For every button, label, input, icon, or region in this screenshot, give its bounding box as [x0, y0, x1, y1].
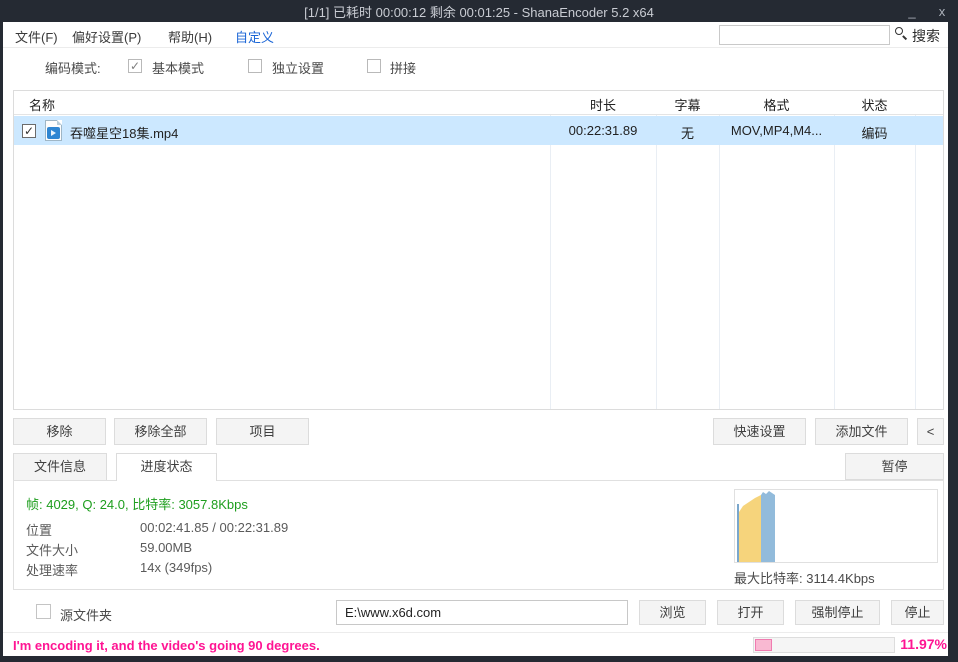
- browse-button[interactable]: 浏览: [639, 600, 706, 625]
- source-folder-label: 源文件夹: [60, 605, 112, 624]
- search-input[interactable]: [719, 25, 890, 45]
- checkbox-basic-mode[interactable]: [128, 59, 142, 73]
- cell-status: 编码: [834, 123, 915, 142]
- remove-all-button[interactable]: 移除全部: [114, 418, 207, 445]
- encode-stats-line: 帧: 4029, Q: 24.0, 比特率: 3057.8Kbps: [26, 494, 248, 513]
- quick-settings-button[interactable]: 快速设置: [713, 418, 806, 445]
- menu-preferences[interactable]: 偏好设置(P): [72, 27, 141, 46]
- title-bar[interactable]: [1/1] 已耗时 00:00:12 剩余 00:01:25 - ShanaEn…: [0, 0, 958, 22]
- file-size-label: 文件大小: [26, 540, 78, 559]
- speed-value: 14x (349fps): [140, 560, 212, 575]
- app-window: [1/1] 已耗时 00:00:12 剩余 00:01:25 - ShanaEn…: [0, 0, 958, 662]
- video-file-icon: [45, 120, 62, 141]
- label-concat[interactable]: 拼接: [390, 58, 416, 77]
- status-message: I'm encoding it, and the video's going 9…: [13, 638, 320, 653]
- table-header: 名称 时长 字幕 格式 状态: [14, 91, 943, 115]
- checkbox-independent-settings[interactable]: [248, 59, 262, 73]
- search-label[interactable]: 搜索: [912, 26, 940, 46]
- column-header-status[interactable]: 状态: [834, 95, 915, 114]
- cell-format: MOV,MP4,M4...: [719, 123, 834, 138]
- status-progress-bar: [753, 637, 895, 653]
- stop-button[interactable]: 停止: [891, 600, 944, 625]
- remove-button[interactable]: 移除: [13, 418, 106, 445]
- pause-button[interactable]: 暂停: [845, 453, 944, 480]
- column-header-duration[interactable]: 时长: [550, 95, 656, 114]
- max-bitrate-label: 最大比特率: 3114.4Kbps: [734, 568, 875, 587]
- source-folder-checkbox[interactable]: [36, 604, 51, 619]
- open-button[interactable]: 打开: [717, 600, 784, 625]
- column-header-format[interactable]: 格式: [719, 95, 834, 114]
- progress-panel: 帧: 4029, Q: 24.0, 比特率: 3057.8Kbps 位置 00:…: [13, 480, 944, 590]
- encode-mode-bar: 编码模式: 基本模式 独立设置 拼接: [3, 48, 948, 88]
- encode-mode-label: 编码模式:: [45, 58, 101, 77]
- menu-file[interactable]: 文件(F): [15, 27, 58, 46]
- column-header-name[interactable]: 名称: [29, 95, 55, 114]
- window-title: [1/1] 已耗时 00:00:12 剩余 00:01:25 - ShanaEn…: [304, 2, 654, 21]
- menu-bar: 文件(F) 偏好设置(P) 帮助(H) 自定义 搜索: [3, 22, 948, 48]
- output-path-input[interactable]: [336, 600, 628, 625]
- position-value: 00:02:41.85 / 00:22:31.89: [140, 520, 288, 535]
- speed-label: 处理速率: [26, 560, 78, 579]
- add-files-button[interactable]: 添加文件: [815, 418, 908, 445]
- label-basic-mode[interactable]: 基本模式: [152, 58, 204, 77]
- minimize-button[interactable]: _: [904, 4, 920, 19]
- tab-progress-status[interactable]: 进度状态: [116, 453, 217, 481]
- search-icon[interactable]: [895, 27, 908, 40]
- label-independent-settings[interactable]: 独立设置: [272, 58, 324, 77]
- collapse-button[interactable]: <: [917, 418, 944, 445]
- close-button[interactable]: x: [934, 4, 950, 19]
- status-bar: I'm encoding it, and the video's going 9…: [3, 632, 948, 656]
- status-percent: 11.97%: [892, 636, 947, 652]
- file-size-value: 59.00MB: [140, 540, 192, 555]
- position-label: 位置: [26, 520, 52, 539]
- row-checkbox[interactable]: [22, 124, 36, 138]
- status-progress-fill: [755, 639, 772, 651]
- column-header-subtitle[interactable]: 字幕: [656, 95, 719, 114]
- bitrate-chart: [734, 489, 938, 563]
- table-row[interactable]: 吞噬星空18集.mp4 00:22:31.89 无 MOV,MP4,M4... …: [14, 116, 943, 145]
- cell-file-name: 吞噬星空18集.mp4: [70, 123, 178, 142]
- menu-custom[interactable]: 自定义: [235, 27, 274, 46]
- file-table: 名称 时长 字幕 格式 状态 吞噬星空18集.mp4 00:22:31.89 无…: [13, 90, 944, 410]
- cell-duration: 00:22:31.89: [550, 123, 656, 138]
- project-button[interactable]: 项目: [216, 418, 309, 445]
- cell-subtitle: 无: [656, 123, 719, 142]
- bitrate-chart-graph: [735, 490, 937, 562]
- tab-file-info[interactable]: 文件信息: [13, 453, 107, 481]
- checkbox-concat[interactable]: [367, 59, 381, 73]
- window-content: 文件(F) 偏好设置(P) 帮助(H) 自定义 搜索 编码模式: 基本模式 独立…: [3, 22, 948, 656]
- menu-help[interactable]: 帮助(H): [168, 27, 212, 46]
- force-stop-button[interactable]: 强制停止: [795, 600, 880, 625]
